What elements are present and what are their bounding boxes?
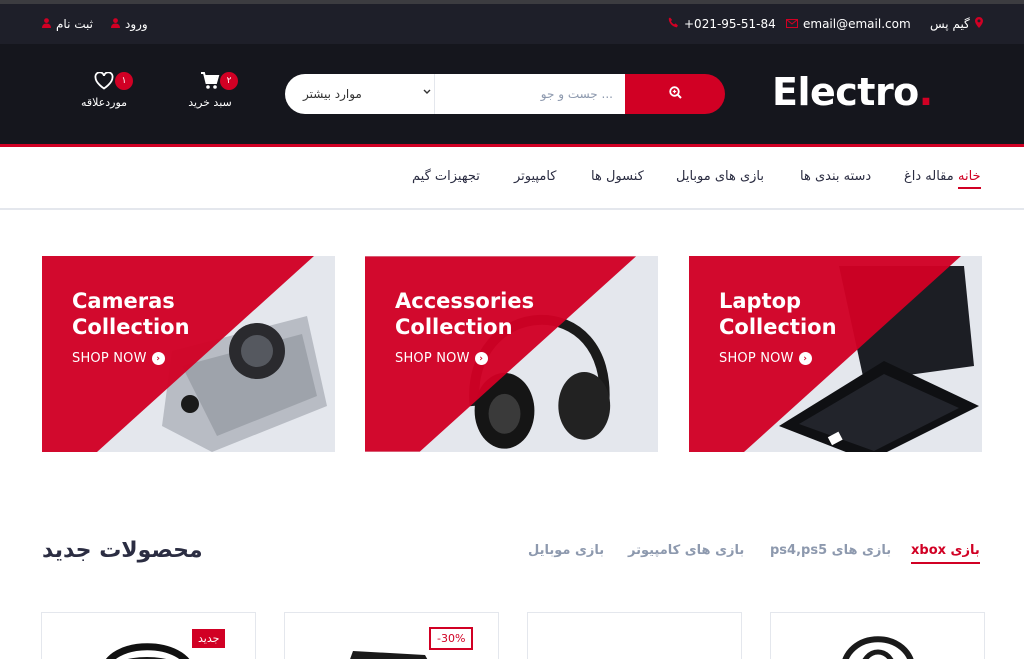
search-button[interactable]	[625, 74, 725, 114]
banner-title: Accessories Collection	[395, 289, 535, 339]
banner-title: Laptop Collection	[719, 289, 837, 339]
nav-item-home[interactable]: خانه	[958, 169, 981, 189]
laptop-collection-banner[interactable]: Laptop Collection SHOP NOW ›	[689, 256, 982, 452]
shop-now-text: SHOP NOW	[72, 351, 147, 366]
search-category-value: موارد بیشتر	[303, 87, 362, 101]
brand-text: گیم پس	[930, 17, 970, 31]
search-category-select[interactable]: موارد بیشتر	[285, 74, 435, 114]
user-icon	[111, 17, 120, 31]
phone-link[interactable]: +021-95-51-84	[668, 17, 776, 31]
login-link[interactable]: ورود	[111, 17, 148, 31]
shop-now-link[interactable]: SHOP NOW ›	[719, 351, 812, 366]
logo-dot: .	[918, 70, 933, 114]
nav-item-hot-articles[interactable]: مقاله داغ	[904, 169, 954, 184]
arrow-circle-right-icon: ›	[798, 352, 812, 365]
register-link[interactable]: ثبت نام	[42, 17, 93, 31]
login-text: ورود	[125, 17, 148, 31]
email-link[interactable]: email@email.com	[786, 17, 911, 31]
phone-text: +021-95-51-84	[684, 17, 776, 31]
product-card[interactable]	[770, 612, 985, 659]
discount-badge: -30%	[429, 627, 474, 650]
logo-text: Electro	[772, 70, 919, 114]
nav-item-gaming-gear[interactable]: تجهیزات گیم	[412, 169, 480, 184]
tab-mobile-games[interactable]: بازی موبایل	[528, 543, 604, 558]
cart-label: سبد خرید	[188, 96, 232, 109]
main-header: Electro. موارد بیشتر سبد خرید ۲ موردعلاق…	[0, 44, 1024, 144]
nav-item-categories[interactable]: دسته بندی ها	[800, 169, 871, 184]
email-text: email@email.com	[803, 17, 911, 31]
wishlist-label: موردعلاقه	[80, 96, 128, 109]
nav-item-consoles[interactable]: کنسول ها	[591, 169, 644, 184]
arrow-circle-right-icon: ›	[151, 352, 165, 365]
banner-title: Cameras Collection	[72, 289, 190, 339]
product-image	[842, 636, 914, 659]
phone-icon	[668, 17, 679, 31]
envelope-icon	[786, 18, 798, 31]
shop-now-text: SHOP NOW	[719, 351, 794, 366]
map-marker-icon	[974, 17, 983, 31]
product-card[interactable]: -30%	[284, 612, 499, 659]
register-text: ثبت نام	[56, 17, 93, 31]
nav-item-computer[interactable]: کامپیوتر	[514, 169, 556, 184]
tab-xbox-games[interactable]: xbox بازی	[911, 543, 980, 564]
tab-pc-games[interactable]: بازی های کامپیوتر	[628, 543, 744, 558]
chevron-down-icon	[423, 87, 431, 100]
wishlist-count-badge: ۱	[115, 72, 133, 90]
shop-now-link[interactable]: SHOP NOW ›	[395, 351, 488, 366]
search-form: موارد بیشتر	[285, 74, 725, 114]
cart-button[interactable]: سبد خرید ۲	[175, 72, 245, 109]
brand-link[interactable]: گیم پس	[930, 17, 983, 31]
search-input[interactable]	[435, 74, 625, 114]
search-icon	[668, 86, 682, 102]
cart-count-badge: ۲	[220, 72, 238, 90]
new-badge: جدید	[192, 629, 226, 648]
shop-now-link[interactable]: SHOP NOW ›	[72, 351, 165, 366]
arrow-circle-right-icon: ›	[474, 352, 488, 365]
cameras-collection-banner[interactable]: Cameras Collection SHOP NOW ›	[42, 256, 335, 452]
wishlist-button[interactable]: موردعلاقه ۱	[69, 71, 139, 109]
section-title: محصولات جدید	[42, 538, 203, 563]
site-logo[interactable]: Electro.	[772, 70, 933, 114]
main-navigation: خانه مقاله داغ دسته بندی ها بازی های موب…	[0, 147, 1024, 210]
product-card[interactable]: جدید	[41, 612, 256, 659]
accessories-collection-banner[interactable]: Accessories Collection SHOP NOW ›	[365, 256, 658, 452]
top-bar: گیم پس email@email.com +021-95-51-84 ورو…	[0, 4, 1024, 44]
user-icon	[42, 17, 51, 31]
nav-item-mobile-games[interactable]: بازی های موبایل	[676, 169, 764, 184]
product-card[interactable]	[527, 612, 742, 659]
tab-ps-games[interactable]: ps4,ps5 بازی های	[770, 543, 891, 558]
shop-now-text: SHOP NOW	[395, 351, 470, 366]
